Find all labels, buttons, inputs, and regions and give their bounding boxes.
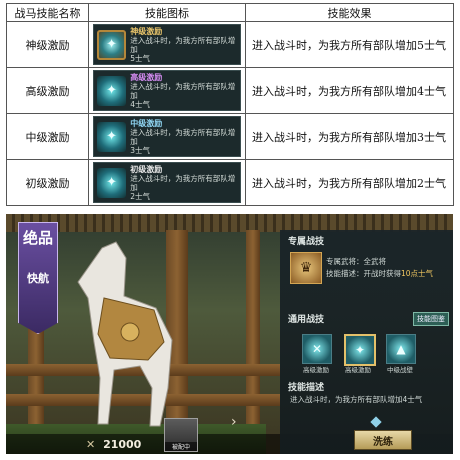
exclusive-desc: 技能描述：开战时获得10点士气 bbox=[326, 268, 433, 279]
skill-icon-cell: ✦ 初级激励 进入战斗时，为我方所有部队增加 2士气 bbox=[88, 159, 246, 206]
crossed-swords-icon[interactable]: ✕ bbox=[302, 334, 332, 364]
skill-name: 高级激励 bbox=[6, 67, 89, 114]
skill-card: ✦ 初级激励 进入战斗时，为我方所有部队增加 2士气 bbox=[93, 162, 241, 203]
column-header: 技能图标 bbox=[88, 3, 246, 22]
rarity-text: 绝品 bbox=[22, 229, 53, 247]
skill-effect: 进入战斗时，为我方所有部队增加3士气 bbox=[245, 113, 454, 160]
table-row: 中级激励 ✦ 中级激励 进入战斗时，为我方所有部队增加 3士气 进入战斗时，为我… bbox=[6, 113, 454, 160]
skill-card-title: 中级激励 bbox=[130, 118, 163, 128]
skill-card-desc: 进入战斗时，为我方所有部队增加 bbox=[130, 35, 236, 54]
skill-card: ✦ 高级激励 进入战斗时，为我方所有部队增加 4士气 bbox=[93, 70, 241, 111]
skill-card-title: 神级激励 bbox=[130, 26, 163, 36]
coin-value: 21000 bbox=[103, 438, 142, 451]
skill-card-text: 高级激励 进入战斗时，为我方所有部队增加 4士气 bbox=[130, 73, 240, 109]
table-header-row: 战马技能名称 技能图标 技能效果 bbox=[6, 3, 454, 22]
exclusive-heading: 专属战技 bbox=[288, 237, 325, 247]
skill-description: 进入战斗时，为我方所有部队增加4士气 bbox=[290, 395, 423, 404]
coin-count: ✕ 21000 bbox=[86, 438, 141, 451]
exclusive-skill-icon[interactable]: ♛ bbox=[290, 252, 322, 284]
exclusive-general: 专属武将：全武将 bbox=[326, 256, 386, 267]
desc-heading: 技能描述 bbox=[288, 383, 325, 393]
exclusive-desc-text: 开战时获得 bbox=[363, 269, 402, 278]
skill-card-desc: 2士气 bbox=[130, 191, 151, 201]
exclusive-desc-value: 10点士气 bbox=[401, 269, 434, 278]
inspire-icon: ✦ bbox=[97, 167, 127, 198]
skill-card-title: 初级激励 bbox=[130, 164, 163, 174]
table-row: 初级激励 ✦ 初级激励 进入战斗时，为我方所有部队增加 2士气 进入战斗时，为我… bbox=[6, 159, 454, 206]
skill-label: 高级激励 bbox=[303, 366, 329, 374]
skill-card-desc: 3士气 bbox=[130, 145, 151, 155]
skill-card-text: 中级激励 进入战斗时，为我方所有部队增加 3士气 bbox=[130, 119, 240, 155]
table-row: 神级激励 ✦ 神级激励 进入战斗时，为我方所有部队增加 5士气 进入战斗时，为我… bbox=[6, 21, 454, 68]
skill-card-text: 神级激励 进入战斗时，为我方所有部队增加 5士气 bbox=[130, 27, 240, 63]
skill-preview-button[interactable]: 技能图鉴 bbox=[413, 312, 449, 326]
skill-panel: 专属战技 ♛ 专属武将：全武将 技能描述：开战时获得10点士气 通用战技 技能图… bbox=[280, 230, 453, 454]
skill-icon-cell: ✦ 高级激励 进入战斗时，为我方所有部队增加 4士气 bbox=[88, 67, 246, 114]
skill-effect: 进入战斗时，为我方所有部队增加2士气 bbox=[245, 159, 454, 206]
exclusive-desc-label: 技能描述： bbox=[326, 269, 364, 278]
gem-icon bbox=[370, 416, 382, 428]
game-screen: 绝品 快航 › ✕ 21000 被配中 专属战技 ♛ 专属武将：全武将 技能描述… bbox=[6, 214, 453, 454]
horse-image bbox=[77, 241, 173, 427]
inspire-icon: ✦ bbox=[97, 75, 127, 106]
skill-effect: 进入战斗时，为我方所有部队增加5士气 bbox=[245, 21, 454, 68]
skill-table: 战马技能名称 技能图标 技能效果 神级激励 ✦ 神级激励 进入战斗时，为我方所有… bbox=[6, 3, 454, 206]
skill-card-desc: 进入战斗时，为我方所有部队增加 bbox=[130, 173, 236, 192]
avatar-label: 被配中 bbox=[165, 442, 197, 451]
skill-icon-cell: ✦ 神级激励 进入战斗时，为我方所有部队增加 5士气 bbox=[88, 21, 246, 68]
skill-card-desc: 4士气 bbox=[130, 99, 151, 109]
coin-icon: ✕ bbox=[86, 438, 96, 451]
table-row: 高级激励 ✦ 高级激励 进入战斗时，为我方所有部队增加 4士气 进入战斗时，为我… bbox=[6, 67, 454, 114]
rarity-badge: 绝品 快航 bbox=[18, 222, 58, 334]
skill-label: 中级战壁 bbox=[387, 366, 413, 374]
skill-card: ✦ 中级激励 进入战斗时，为我方所有部队增加 3士气 bbox=[93, 116, 241, 157]
skill-effect: 进入战斗时，为我方所有部队增加4士气 bbox=[245, 67, 454, 114]
skill-card-desc: 进入战斗时，为我方所有部队增加 bbox=[130, 127, 236, 146]
skill-name: 中级激励 bbox=[6, 113, 89, 160]
shield-wall-icon[interactable]: ▲ bbox=[386, 334, 416, 364]
horse-name: 快航 bbox=[27, 272, 49, 285]
train-button[interactable]: 洗练 bbox=[354, 430, 412, 450]
skill-card-text: 初级激励 进入战斗时，为我方所有部队增加 2士气 bbox=[130, 165, 240, 201]
exclusive-general-label: 专属武将： bbox=[326, 257, 364, 266]
common-heading: 通用战技 bbox=[288, 315, 325, 325]
inspire-icon: ✦ bbox=[97, 29, 127, 60]
column-header: 战马技能名称 bbox=[6, 3, 89, 22]
general-avatar[interactable]: 被配中 bbox=[164, 418, 198, 452]
skill-name: 初级激励 bbox=[6, 159, 89, 206]
skill-label: 高级激励 bbox=[345, 366, 371, 374]
skill-card: ✦ 神级激励 进入战斗时，为我方所有部队增加 5士气 bbox=[93, 24, 241, 65]
inspire-icon[interactable]: ✦ bbox=[344, 334, 376, 366]
skill-card-desc: 5士气 bbox=[130, 53, 151, 63]
column-header: 技能效果 bbox=[245, 3, 454, 22]
skill-icon-cell: ✦ 中级激励 进入战斗时，为我方所有部队增加 3士气 bbox=[88, 113, 246, 160]
skill-card-title: 高级激励 bbox=[130, 72, 163, 82]
inspire-icon: ✦ bbox=[97, 121, 127, 152]
skill-name: 神级激励 bbox=[6, 21, 89, 68]
next-arrow-icon[interactable]: › bbox=[231, 414, 237, 430]
exclusive-general-value: 全武将 bbox=[363, 257, 387, 266]
skill-card-desc: 进入战斗时，为我方所有部队增加 bbox=[130, 81, 236, 100]
